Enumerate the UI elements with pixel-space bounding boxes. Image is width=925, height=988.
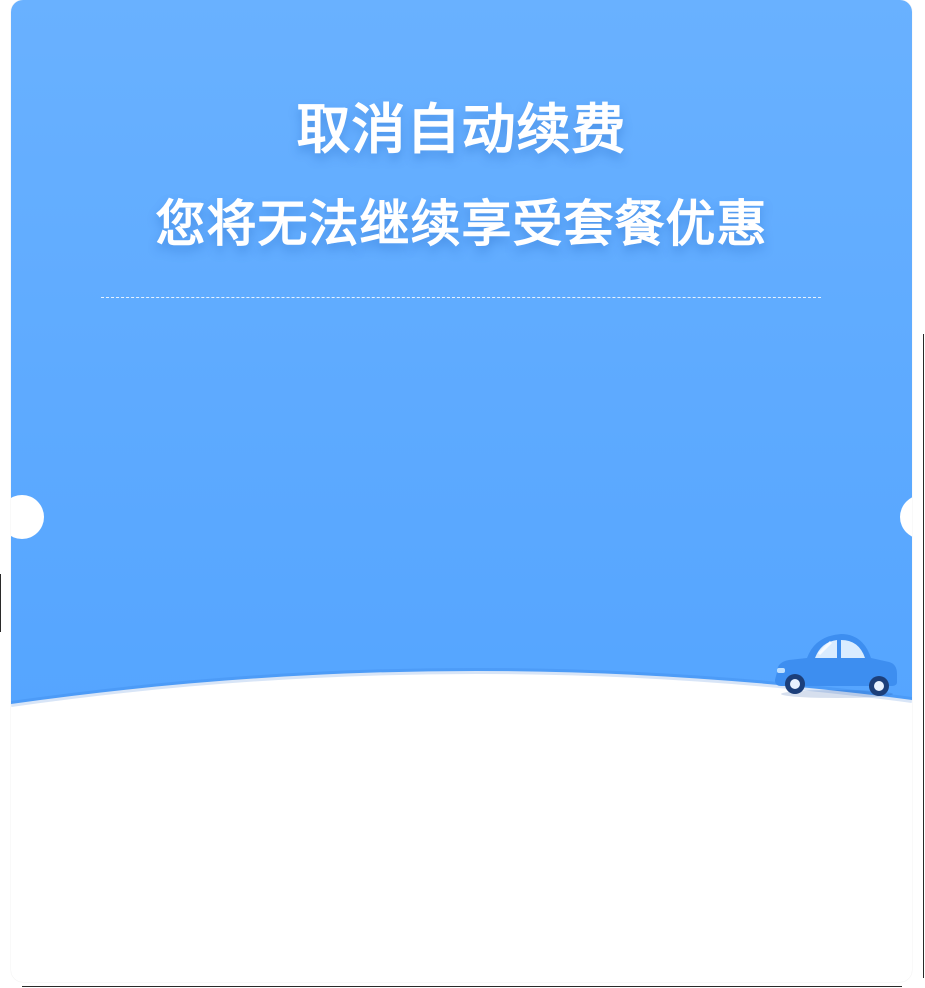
dialog-title: 取消自动续费: [296, 98, 627, 161]
left-border-line: [0, 574, 1, 632]
bottom-border-line: [22, 986, 902, 987]
dialog-subtitle: 您将无法继续享受套餐优惠: [155, 195, 768, 253]
cancel-autorenew-dialog: 取消自动续费 您将无法继续享受套餐优惠: [11, 0, 912, 982]
screen: 取消自动续费 您将无法继续享受套餐优惠: [0, 0, 925, 988]
car-icon: [771, 628, 901, 702]
dashed-divider: [101, 297, 821, 298]
right-border-line: [923, 334, 924, 978]
